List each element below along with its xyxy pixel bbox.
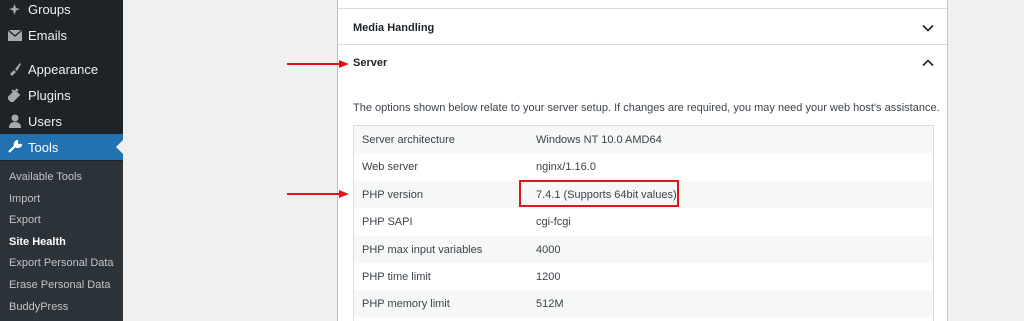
- row-key: Server architecture: [362, 134, 455, 146]
- accordion-title: Server: [353, 57, 388, 69]
- server-description: The options shown below relate to your s…: [353, 102, 940, 114]
- tools-submenu: Available Tools Import Export Site Healt…: [0, 161, 123, 321]
- table-row: Web server nginx/1.16.0: [354, 153, 933, 180]
- sidebar-item-label: Appearance: [28, 61, 99, 77]
- table-row: Server architecture Windows NT 10.0 AMD6…: [354, 126, 933, 153]
- row-key: PHP version: [362, 189, 423, 201]
- sidebar-item-plugins[interactable]: Plugins: [0, 82, 123, 108]
- sidebar-item-tools[interactable]: Tools: [0, 134, 123, 160]
- sidebar-item-users[interactable]: Users: [0, 108, 123, 134]
- table-row: PHP max input variables 4000: [354, 236, 933, 263]
- row-key: PHP max input variables: [362, 244, 483, 256]
- table-row: PHP time limit 1200: [354, 263, 933, 290]
- user-icon: [7, 114, 22, 129]
- row-value: cgi-fcgi: [536, 216, 571, 228]
- row-value: 512M: [536, 298, 564, 310]
- divider: [338, 8, 947, 9]
- submenu-export-personal-data[interactable]: Export Personal Data: [9, 257, 114, 269]
- site-health-info-panel: Media Handling Server The options shown …: [337, 0, 948, 321]
- chevron-down-icon: [922, 24, 934, 32]
- annotation-arrow-php-version: [287, 190, 349, 198]
- row-value: nginx/1.16.0: [536, 161, 596, 173]
- annotation-arrow-server: [287, 60, 349, 68]
- sidebar-item-label: Tools: [28, 139, 59, 155]
- submenu-site-health[interactable]: Site Health: [9, 236, 66, 248]
- submenu-import[interactable]: Import: [9, 193, 40, 205]
- row-key: PHP memory limit: [362, 298, 450, 310]
- submenu-buddypress[interactable]: BuddyPress: [9, 301, 68, 313]
- admin-sidebar: Groups Emails Appearance Plugins Users T…: [0, 0, 123, 321]
- sidebar-item-label: Groups: [28, 1, 71, 17]
- row-key: PHP time limit: [362, 271, 431, 283]
- table-row: PHP memory limit 512M: [354, 290, 933, 317]
- row-key: PHP SAPI: [362, 216, 413, 228]
- annotation-highlight-box: [519, 180, 679, 207]
- server-info-table: Server architecture Windows NT 10.0 AMD6…: [353, 125, 934, 321]
- sidebar-item-emails[interactable]: Emails: [0, 22, 123, 48]
- sidebar-item-label: Plugins: [28, 87, 71, 103]
- paintbrush-icon: [7, 62, 22, 77]
- accordion-media-handling[interactable]: Media Handling: [338, 10, 947, 46]
- submenu-erase-personal-data[interactable]: Erase Personal Data: [9, 279, 111, 291]
- groups-icon: [7, 2, 22, 17]
- chevron-up-icon: [922, 59, 934, 67]
- sidebar-item-appearance[interactable]: Appearance: [0, 56, 123, 82]
- email-icon: [7, 28, 22, 43]
- row-value: 4000: [536, 244, 561, 256]
- accordion-server[interactable]: Server: [338, 45, 947, 81]
- row-key: Web server: [362, 161, 419, 173]
- row-value: 1200: [536, 271, 561, 283]
- sidebar-item-label: Users: [28, 113, 62, 129]
- submenu-export[interactable]: Export: [9, 214, 41, 226]
- plug-icon: [7, 88, 22, 103]
- sidebar-item-label: Emails: [28, 27, 68, 43]
- accordion-title: Media Handling: [353, 22, 435, 34]
- sidebar-item-groups[interactable]: Groups: [0, 0, 123, 22]
- submenu-available-tools[interactable]: Available Tools: [9, 171, 82, 183]
- wrench-icon: [7, 140, 22, 155]
- row-value: Windows NT 10.0 AMD64: [536, 134, 662, 146]
- table-row: PHP SAPI cgi-fcgi: [354, 208, 933, 235]
